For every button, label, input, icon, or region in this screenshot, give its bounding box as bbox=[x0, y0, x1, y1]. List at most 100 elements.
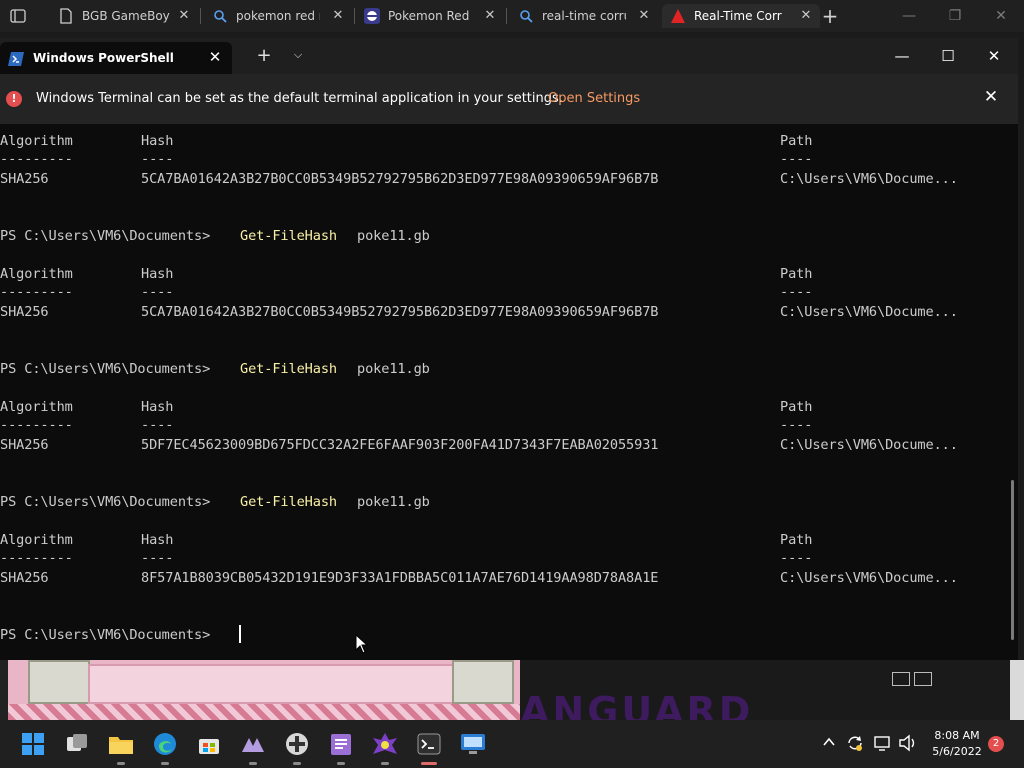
browser-tab-pokemon-red[interactable]: Pokemon Red Disassembly ✕ bbox=[364, 4, 498, 28]
close-tab-icon[interactable]: ✕ bbox=[330, 8, 346, 24]
result-hash: 5CA7BA01642A3B27B0CC0B5349B52792795B62D3… bbox=[141, 171, 659, 187]
vanguard-icon[interactable] bbox=[239, 730, 267, 758]
terminal-icon[interactable] bbox=[415, 730, 443, 758]
vanguard-banner-text: ANGUARD bbox=[520, 689, 754, 720]
browser-tab-pokemon-rom[interactable]: pokemon red rom ✕ bbox=[212, 4, 346, 28]
tab-actions-icon[interactable] bbox=[10, 8, 26, 24]
column-header-hash: Hash bbox=[141, 133, 174, 149]
chevron-down-icon[interactable]: ⌵ bbox=[290, 48, 306, 62]
close-tab-icon[interactable]: ✕ bbox=[206, 48, 224, 66]
banner-tools bbox=[892, 672, 936, 686]
tab-separator bbox=[200, 8, 201, 24]
running-indicator bbox=[337, 762, 345, 765]
remote-desktop-icon[interactable] bbox=[459, 730, 487, 758]
result-hash: 5CA7BA01642A3B27B0CC0B5349B52792795B62D3… bbox=[141, 304, 659, 320]
start-icon[interactable] bbox=[19, 730, 47, 758]
result-path: C:\Users\VM6\Docume... bbox=[780, 570, 958, 586]
pokeball-icon bbox=[364, 8, 380, 24]
game-panel bbox=[88, 664, 454, 704]
column-header-path: Path bbox=[780, 133, 813, 149]
gamepad-icon[interactable] bbox=[283, 730, 311, 758]
close-tab-icon[interactable]: ✕ bbox=[176, 8, 192, 24]
clock-time[interactable]: 8:08 AM bbox=[930, 729, 984, 742]
terminal-window: Windows PowerShell ✕ + ⌵ — ☐ ✕ ! Windows… bbox=[0, 38, 1018, 660]
browser-tab-rtc-search[interactable]: real-time corruptor ✕ bbox=[518, 4, 652, 28]
game-sprite bbox=[28, 660, 90, 704]
store-icon[interactable] bbox=[195, 730, 223, 758]
command: Get-FileHash bbox=[240, 361, 338, 377]
terminal-scrollbar[interactable] bbox=[1011, 480, 1014, 640]
tray-chevron-icon[interactable] bbox=[822, 735, 836, 753]
clock-date[interactable]: 5/6/2022 bbox=[930, 745, 984, 758]
prompt: PS C:\Users\VM6\Documents> bbox=[0, 228, 219, 244]
result-path: C:\Users\VM6\Docume... bbox=[780, 437, 958, 453]
result-path: C:\Users\VM6\Docume... bbox=[780, 304, 958, 320]
prompt: PS C:\Users\VM6\Documents> bbox=[0, 361, 219, 377]
infobar-close-icon[interactable]: ✕ bbox=[982, 87, 1000, 107]
rtc-icon[interactable] bbox=[371, 730, 399, 758]
notification-badge[interactable]: 2 bbox=[988, 736, 1004, 752]
terminal-tab-label: Windows PowerShell bbox=[33, 51, 174, 65]
game-sprite bbox=[452, 660, 514, 704]
background-scrollbar[interactable] bbox=[1010, 660, 1024, 720]
command: Get-FileHash bbox=[240, 228, 338, 244]
running-indicator bbox=[117, 762, 125, 765]
document-icon bbox=[58, 8, 74, 24]
terminal-close-button[interactable]: ✕ bbox=[979, 44, 1009, 68]
column-underline: ---- bbox=[780, 417, 813, 433]
task-view-icon[interactable] bbox=[63, 730, 91, 758]
new-terminal-tab-button[interactable]: + bbox=[254, 45, 274, 66]
file-explorer-icon[interactable] bbox=[107, 730, 135, 758]
column-underline: --------- bbox=[0, 550, 73, 566]
column-header-hash: Hash bbox=[141, 399, 174, 415]
close-tab-icon[interactable]: ✕ bbox=[636, 8, 652, 24]
notepad-icon[interactable] bbox=[327, 730, 355, 758]
default-terminal-infobar: ! Windows Terminal can be set as the def… bbox=[0, 74, 1018, 124]
game-floor-pattern bbox=[8, 704, 520, 720]
terminal-tab-powershell[interactable]: Windows PowerShell ✕ bbox=[0, 42, 232, 74]
column-header-hash: Hash bbox=[141, 532, 174, 548]
column-header-algorithm: Algorithm bbox=[0, 133, 73, 149]
warning-icon: ! bbox=[6, 91, 22, 107]
column-underline: --------- bbox=[0, 284, 73, 300]
game-screen bbox=[8, 660, 520, 720]
new-browser-tab-button[interactable]: + bbox=[815, 4, 845, 28]
result-hash: 5DF7EC45623009BD675FDCC32A2FE6FAAF903F20… bbox=[141, 437, 659, 453]
browser-maximize-button[interactable]: ❐ bbox=[940, 4, 970, 28]
open-settings-link[interactable]: Open Settings bbox=[548, 91, 640, 106]
volume-icon[interactable] bbox=[898, 734, 918, 756]
search-icon bbox=[518, 8, 534, 24]
column-header-hash: Hash bbox=[141, 266, 174, 282]
edge-icon[interactable] bbox=[151, 730, 179, 758]
column-underline: ---- bbox=[141, 417, 174, 433]
running-indicator bbox=[161, 762, 169, 765]
tab-separator bbox=[354, 8, 355, 24]
browser-minimize-button[interactable]: — bbox=[894, 4, 924, 28]
sync-icon[interactable] bbox=[846, 734, 864, 756]
powershell-icon bbox=[8, 51, 24, 70]
command-argument: poke11.gb bbox=[357, 361, 430, 377]
running-indicator bbox=[381, 762, 389, 765]
terminal-minimize-button[interactable]: — bbox=[887, 44, 917, 68]
mouse-pointer-icon bbox=[355, 633, 369, 658]
result-algorithm: SHA256 bbox=[0, 171, 49, 187]
column-underline: ---- bbox=[141, 284, 174, 300]
network-icon[interactable] bbox=[873, 734, 891, 756]
taskbar: 8:08 AM 5/6/2022 2 bbox=[0, 720, 1024, 768]
column-underline: ---- bbox=[780, 550, 813, 566]
browser-close-button[interactable]: ✕ bbox=[986, 4, 1016, 28]
running-indicator bbox=[249, 762, 257, 765]
console-output[interactable]: Algorithm Hash Path --------- ---- ---- … bbox=[0, 124, 1010, 660]
browser-tab-rtc-active[interactable]: Real-Time Corruptor ✕ bbox=[662, 4, 820, 28]
column-header-algorithm: Algorithm bbox=[0, 399, 73, 415]
close-tab-icon[interactable]: ✕ bbox=[798, 8, 814, 24]
command-argument: poke11.gb bbox=[357, 494, 430, 510]
column-underline: --------- bbox=[0, 151, 73, 167]
background-game-window: ANGUARD bbox=[0, 660, 1024, 720]
result-path: C:\Users\VM6\Docume... bbox=[780, 171, 958, 187]
browser-tab-bgb[interactable]: BGB GameBoy Emulator ✕ bbox=[58, 4, 192, 28]
column-underline: --------- bbox=[0, 417, 73, 433]
terminal-maximize-button[interactable]: ☐ bbox=[933, 44, 963, 68]
column-underline: ---- bbox=[141, 550, 174, 566]
close-tab-icon[interactable]: ✕ bbox=[482, 8, 498, 24]
